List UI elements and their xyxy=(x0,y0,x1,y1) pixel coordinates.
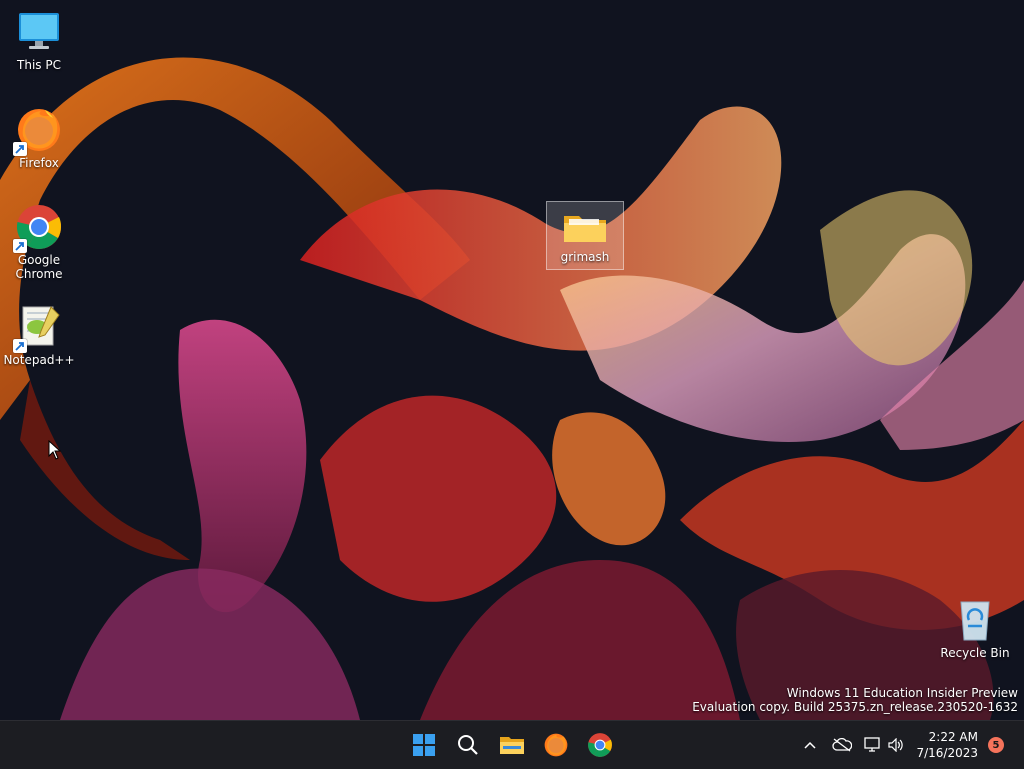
desktop-icon-firefox[interactable]: Firefox xyxy=(1,106,77,170)
desktop-icon-recycle-bin[interactable]: Recycle Bin xyxy=(937,596,1013,660)
chrome-icon xyxy=(588,733,612,757)
start-button[interactable] xyxy=(404,725,444,765)
show-hidden-icons-button[interactable] xyxy=(800,733,820,757)
speaker-icon xyxy=(888,738,903,752)
search-icon xyxy=(458,735,478,755)
file-explorer-icon xyxy=(500,737,524,754)
desktop[interactable]: This PC Firefox Google Chrome Notepad++ … xyxy=(0,0,1024,720)
folder-icon xyxy=(561,208,609,248)
notification-badge[interactable]: 5 xyxy=(988,737,1004,753)
file-explorer-button[interactable] xyxy=(492,725,532,765)
windows-watermark: Windows 11 Education Insider Preview Eva… xyxy=(692,686,1018,714)
taskbar-chrome-button[interactable] xyxy=(580,725,620,765)
shortcut-arrow-icon xyxy=(13,339,27,353)
mouse-cursor-icon xyxy=(48,439,62,464)
desktop-icon-label: Recycle Bin xyxy=(940,646,1010,660)
monitor-icon xyxy=(15,8,63,56)
firefox-icon xyxy=(13,106,63,156)
watermark-line-1: Windows 11 Education Insider Preview xyxy=(786,686,1018,700)
chrome-icon xyxy=(13,203,63,253)
clock-date: 7/16/2023 xyxy=(916,746,978,760)
network-icon xyxy=(864,737,880,752)
network-button[interactable] xyxy=(862,733,884,757)
desktop-icon-notepad-plus-plus[interactable]: Notepad++ xyxy=(1,303,77,367)
cloud-offline-icon xyxy=(832,738,852,752)
watermark-line-2: Evaluation copy. Build 25375.zn_release.… xyxy=(692,700,1018,714)
desktop-icon-label: Notepad++ xyxy=(3,353,75,367)
notepad-plus-plus-icon xyxy=(13,303,63,353)
onedrive-button[interactable] xyxy=(830,733,854,757)
desktop-icon-this-pc[interactable]: This PC xyxy=(1,8,77,72)
start-icon xyxy=(413,734,435,756)
firefox-icon xyxy=(544,733,568,757)
taskbar: 2:22 AM 7/16/2023 5 xyxy=(0,720,1024,769)
desktop-icon-label: This PC xyxy=(17,58,61,72)
chevron-up-icon xyxy=(804,741,816,749)
taskbar-firefox-button[interactable] xyxy=(536,725,576,765)
wallpaper xyxy=(0,0,1024,720)
desktop-icon-label: Firefox xyxy=(19,156,59,170)
volume-button[interactable] xyxy=(886,733,906,757)
desktop-icon-chrome[interactable]: Google Chrome xyxy=(1,203,77,281)
desktop-icon-label: grimash xyxy=(560,250,610,264)
clock[interactable]: 2:22 AM 7/16/2023 xyxy=(916,729,978,761)
shortcut-arrow-icon xyxy=(13,142,27,156)
desktop-icon-label: Google Chrome xyxy=(15,253,63,281)
shortcut-arrow-icon xyxy=(13,239,27,253)
clock-time: 2:22 AM xyxy=(928,730,978,744)
desktop-icon-grimash-folder[interactable]: grimash xyxy=(546,201,624,270)
search-button[interactable] xyxy=(448,725,488,765)
recycle-bin-icon xyxy=(951,596,999,644)
